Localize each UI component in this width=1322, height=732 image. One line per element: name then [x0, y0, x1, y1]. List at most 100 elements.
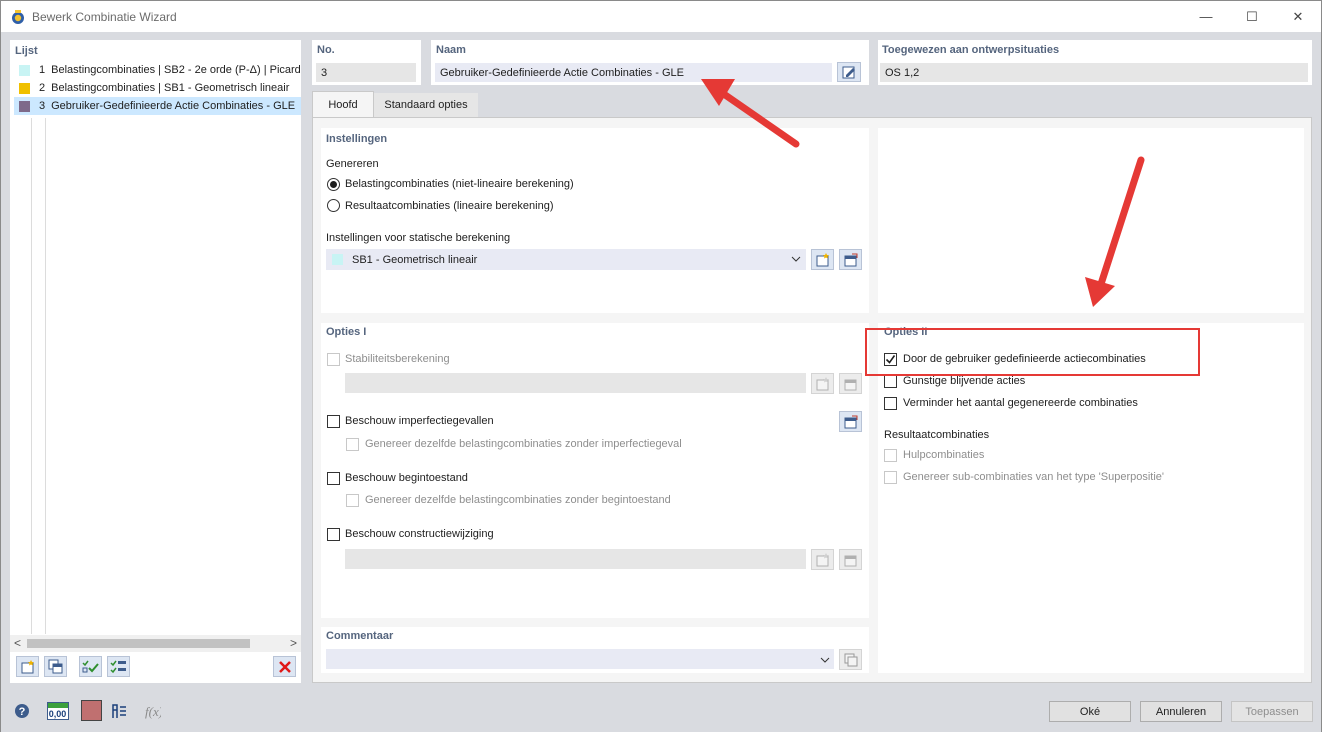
- tab-strip: Hoofd Standaard opties: [312, 91, 1312, 117]
- initial-state-label: Beschouw begintoestand: [345, 472, 468, 484]
- name-field[interactable]: Gebruiker-Gedefinieerde Actie Combinatie…: [435, 63, 832, 82]
- copy-icon: [48, 659, 62, 673]
- horizontal-scrollbar[interactable]: < >: [10, 635, 301, 652]
- help-button[interactable]: ?: [10, 700, 33, 721]
- load-combinations-label: Belastingcombinaties (niet-lineaire bere…: [345, 178, 574, 190]
- modification-select[interactable]: [345, 549, 806, 569]
- minimize-button[interactable]: —: [1183, 1, 1229, 32]
- empty-panel: [878, 128, 1304, 313]
- decimal-icon-bar: [47, 702, 68, 708]
- static-settings-select[interactable]: SB1 - Geometrisch lineair: [326, 249, 806, 270]
- formula-icon: f(x): [145, 704, 161, 719]
- list-item-label: Belastingcombinaties | SB1 - Geometrisch…: [51, 82, 290, 94]
- result-combinations-label: Resultaatcombinaties (lineaire berekenin…: [345, 200, 554, 212]
- maximize-button[interactable]: ☐: [1229, 1, 1275, 32]
- close-button[interactable]: ✕: [1275, 1, 1321, 32]
- new-icon: [816, 376, 829, 390]
- edit-properties-icon: [844, 415, 857, 428]
- imperfection-sub-checkbox[interactable]: [346, 438, 359, 451]
- wizard-window: Bewerk Combinatie Wizard — ☐ ✕ Lijst 1 B…: [0, 0, 1322, 732]
- list-item-label: Gebruiker-Gedefinieerde Actie Combinatie…: [51, 100, 296, 112]
- new-stability-button[interactable]: [811, 373, 834, 394]
- edit-name-button[interactable]: [837, 62, 861, 82]
- settings-title: Instellingen: [326, 133, 388, 145]
- initial-state-sub-label: Genereer dezelfde belastingcombinaties z…: [365, 494, 671, 506]
- color-swatch: [332, 254, 343, 265]
- reduce-checkbox[interactable]: [884, 397, 897, 410]
- static-settings-label: Instellingen voor statische berekening: [326, 232, 511, 244]
- auxiliary-label: Hulpcombinaties: [903, 449, 985, 461]
- imperfection-label: Beschouw imperfectiegevallen: [345, 415, 494, 427]
- new-static-button[interactable]: [811, 249, 834, 270]
- cancel-button[interactable]: Annuleren: [1140, 701, 1222, 722]
- units-button[interactable]: 0,00: [45, 700, 70, 721]
- generate-label: Genereren: [326, 158, 379, 170]
- window-title: Bewerk Combinatie Wizard: [32, 9, 177, 24]
- result-combinations-heading: Resultaatcombinaties: [884, 429, 990, 441]
- decimal-icon-value: 0,00: [48, 708, 67, 719]
- initial-state-checkbox[interactable]: [327, 472, 340, 485]
- scroll-right-arrow[interactable]: >: [290, 636, 297, 650]
- list-item-selected[interactable]: 3 Gebruiker-Gedefinieerde Actie Combinat…: [14, 97, 301, 115]
- options-1-panel: Opties I Stabiliteitsberekening Beschouw…: [321, 323, 869, 618]
- copy-item-button[interactable]: [44, 656, 67, 677]
- new-icon: [816, 552, 829, 566]
- stability-checkbox[interactable]: [327, 353, 340, 366]
- options-2-panel: Opties II Door de gebruiker gedefinieerd…: [865, 323, 1304, 673]
- static-settings-value: SB1 - Geometrisch lineair: [352, 253, 478, 266]
- assigned-panel: Toegewezen aan ontwerpsituaties OS 1,2: [878, 40, 1312, 85]
- imperfection-checkbox[interactable]: [327, 415, 340, 428]
- reduce-label: Verminder het aantal gegenereerde combin…: [903, 397, 1138, 409]
- check-selected-button[interactable]: [107, 656, 130, 677]
- edit-stability-button[interactable]: [839, 373, 862, 394]
- superposition-checkbox[interactable]: [884, 471, 897, 484]
- list-panel: Lijst 1 Belastingcombinaties | SB2 - 2e …: [10, 40, 301, 683]
- edit-properties-icon: [844, 555, 856, 566]
- result-combinations-radio[interactable]: [327, 199, 340, 212]
- chevron-down-icon[interactable]: [820, 656, 830, 664]
- tree-guide-line: [31, 118, 32, 634]
- edit-modification-button[interactable]: [839, 549, 862, 570]
- assigned-field[interactable]: OS 1,2: [880, 63, 1308, 82]
- edit-imperfection-button[interactable]: [839, 411, 862, 432]
- comment-field[interactable]: [326, 649, 834, 669]
- scrollbar-thumb[interactable]: [27, 639, 250, 648]
- list-item-number: 1: [39, 64, 46, 76]
- apply-button[interactable]: Toepassen: [1231, 701, 1313, 722]
- load-combinations-radio[interactable]: [327, 178, 340, 191]
- tab-default-options[interactable]: Standaard opties: [374, 93, 478, 117]
- decimal-icon: 0,00: [46, 701, 69, 720]
- initial-state-sub-checkbox[interactable]: [346, 494, 359, 507]
- list-item-label: Belastingcombinaties | SB2 - 2e orde (P-…: [51, 64, 301, 76]
- check-all-icon: [81, 660, 99, 672]
- comment-copy-button[interactable]: [839, 649, 862, 670]
- delete-icon: [278, 660, 291, 673]
- number-field[interactable]: 3: [316, 63, 416, 82]
- comment-panel: Commentaar: [321, 627, 869, 673]
- edit-static-button[interactable]: [839, 249, 862, 270]
- new-item-button[interactable]: [16, 656, 39, 677]
- stability-select[interactable]: [345, 373, 806, 393]
- settings-panel: Instellingen Genereren Belastingcombinat…: [321, 128, 869, 313]
- ok-button[interactable]: Oké: [1049, 701, 1131, 722]
- title-bar: Bewerk Combinatie Wizard — ☐ ✕: [1, 1, 1321, 32]
- modification-checkbox[interactable]: [327, 528, 340, 541]
- new-modification-button[interactable]: [811, 549, 834, 570]
- new-icon: [21, 659, 34, 673]
- delete-item-button[interactable]: [273, 656, 296, 677]
- auxiliary-checkbox[interactable]: [884, 449, 897, 462]
- tab-main[interactable]: Hoofd: [312, 91, 374, 117]
- check-all-button[interactable]: [79, 656, 102, 677]
- favorable-checkbox[interactable]: [884, 375, 897, 388]
- name-label: Naam: [436, 44, 466, 56]
- color-swatch: [19, 64, 30, 76]
- check-selected-icon: [109, 660, 126, 673]
- comment-label: Commentaar: [326, 630, 394, 642]
- scroll-left-arrow[interactable]: <: [14, 636, 21, 650]
- color-button[interactable]: [81, 700, 102, 721]
- formula-button[interactable]: f(x): [140, 700, 163, 721]
- list-item[interactable]: 1 Belastingcombinaties | SB2 - 2e orde (…: [14, 61, 301, 79]
- model-info-button[interactable]: [107, 700, 130, 721]
- list-item[interactable]: 2 Belastingcombinaties | SB1 - Geometris…: [14, 79, 301, 97]
- assigned-label: Toegewezen aan ontwerpsituaties: [882, 44, 1060, 56]
